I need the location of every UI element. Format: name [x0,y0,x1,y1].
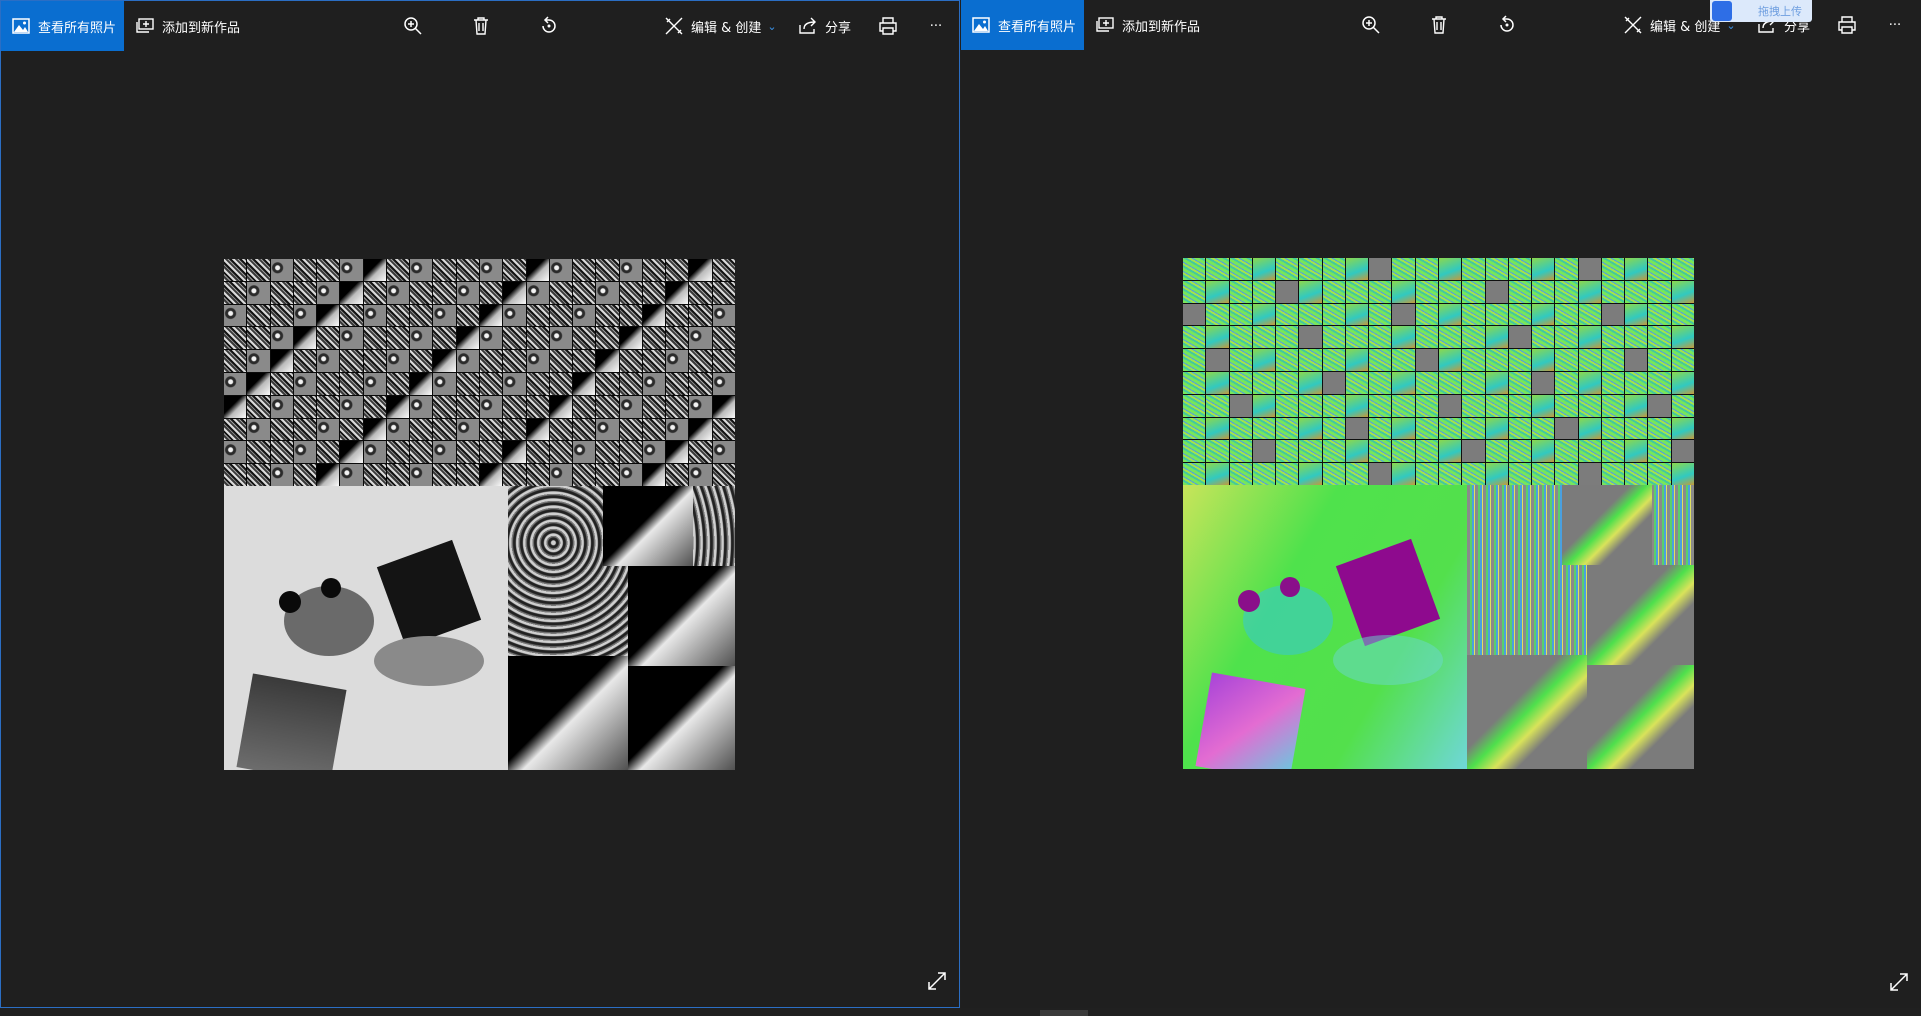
view-all-photos-button[interactable]: 查看所有照片 [961,0,1084,50]
taskbar-indicator[interactable] [1040,1010,1088,1016]
expand-icon [928,972,946,990]
photo-landscape-icon [12,18,30,34]
rotate-button[interactable] [529,1,569,51]
trash-icon [474,17,488,35]
edit-create-label: 编辑 & 创建 [691,20,762,36]
view-all-photos-label: 查看所有照片 [998,19,1077,35]
photo-viewer-left: 查看所有照片 添加到新作品 编辑 & 创建 ⌄ 分享 ··· [0,0,960,1008]
texture-tiles-lower [508,486,735,770]
print-icon [1838,16,1856,34]
trash-icon [1432,16,1446,34]
more-button[interactable]: ··· [1875,0,1915,50]
texture-tiles-lower [1467,485,1694,769]
more-icon: ··· [1888,17,1902,33]
edit-create-icon [665,17,683,35]
rotate-icon [542,16,556,33]
print-icon [879,17,897,35]
print-button[interactable] [868,1,908,51]
more-button[interactable]: ··· [916,1,956,51]
aerial-tile [1183,485,1467,769]
toolbar: 查看所有照片 添加到新作品 编辑 & 创建 ⌄ 分享 ··· [1,1,959,51]
texture-tiles [1183,258,1694,485]
expand-icon [1890,973,1908,991]
add-to-creation-label: 添加到新作品 [1122,19,1201,35]
view-all-photos-label: 查看所有照片 [38,20,117,36]
add-to-album-icon [1096,17,1114,32]
more-icon: ··· [929,18,943,34]
expand-button[interactable] [1889,972,1909,996]
photo-viewer-right: 查看所有照片 添加到新作品 编辑 & 创建 ⌄ 分享 ··· [961,0,1921,1008]
expand-button[interactable] [927,971,947,995]
rotate-button[interactable] [1487,0,1527,50]
add-to-creation-button[interactable]: 添加到新作品 [1084,0,1212,50]
edit-create-icon [1624,16,1642,34]
photo-landscape-icon [972,17,990,33]
zoom-button[interactable] [393,1,433,51]
texture-tiles [224,259,735,486]
photo-texture-normal-map [1183,258,1694,769]
print-button[interactable] [1827,0,1867,50]
view-all-photos-button[interactable]: 查看所有照片 [1,1,124,51]
cloud-logo-icon [1712,1,1732,21]
share-icon [799,17,816,34]
add-to-album-icon [136,18,154,33]
edit-create-button[interactable]: 编辑 & 创建 ⌄ [664,1,777,51]
aerial-tile [224,486,508,770]
zoom-in-icon [1362,16,1380,34]
drag-upload-badge[interactable]: 拖拽上传 [1710,0,1812,22]
zoom-button[interactable] [1351,0,1391,50]
zoom-in-icon [404,17,422,35]
delete-button[interactable] [461,1,501,51]
rotate-icon [1500,15,1514,32]
photo-texture-grayscale [224,259,735,770]
delete-button[interactable] [1419,0,1459,50]
drag-upload-label: 拖拽上传 [1758,5,1802,18]
share-button[interactable]: 分享 [798,1,851,51]
add-to-creation-button[interactable]: 添加到新作品 [124,1,252,51]
add-to-creation-label: 添加到新作品 [162,20,241,36]
chevron-down-icon: ⌄ [767,19,777,33]
share-label: 分享 [825,20,852,36]
